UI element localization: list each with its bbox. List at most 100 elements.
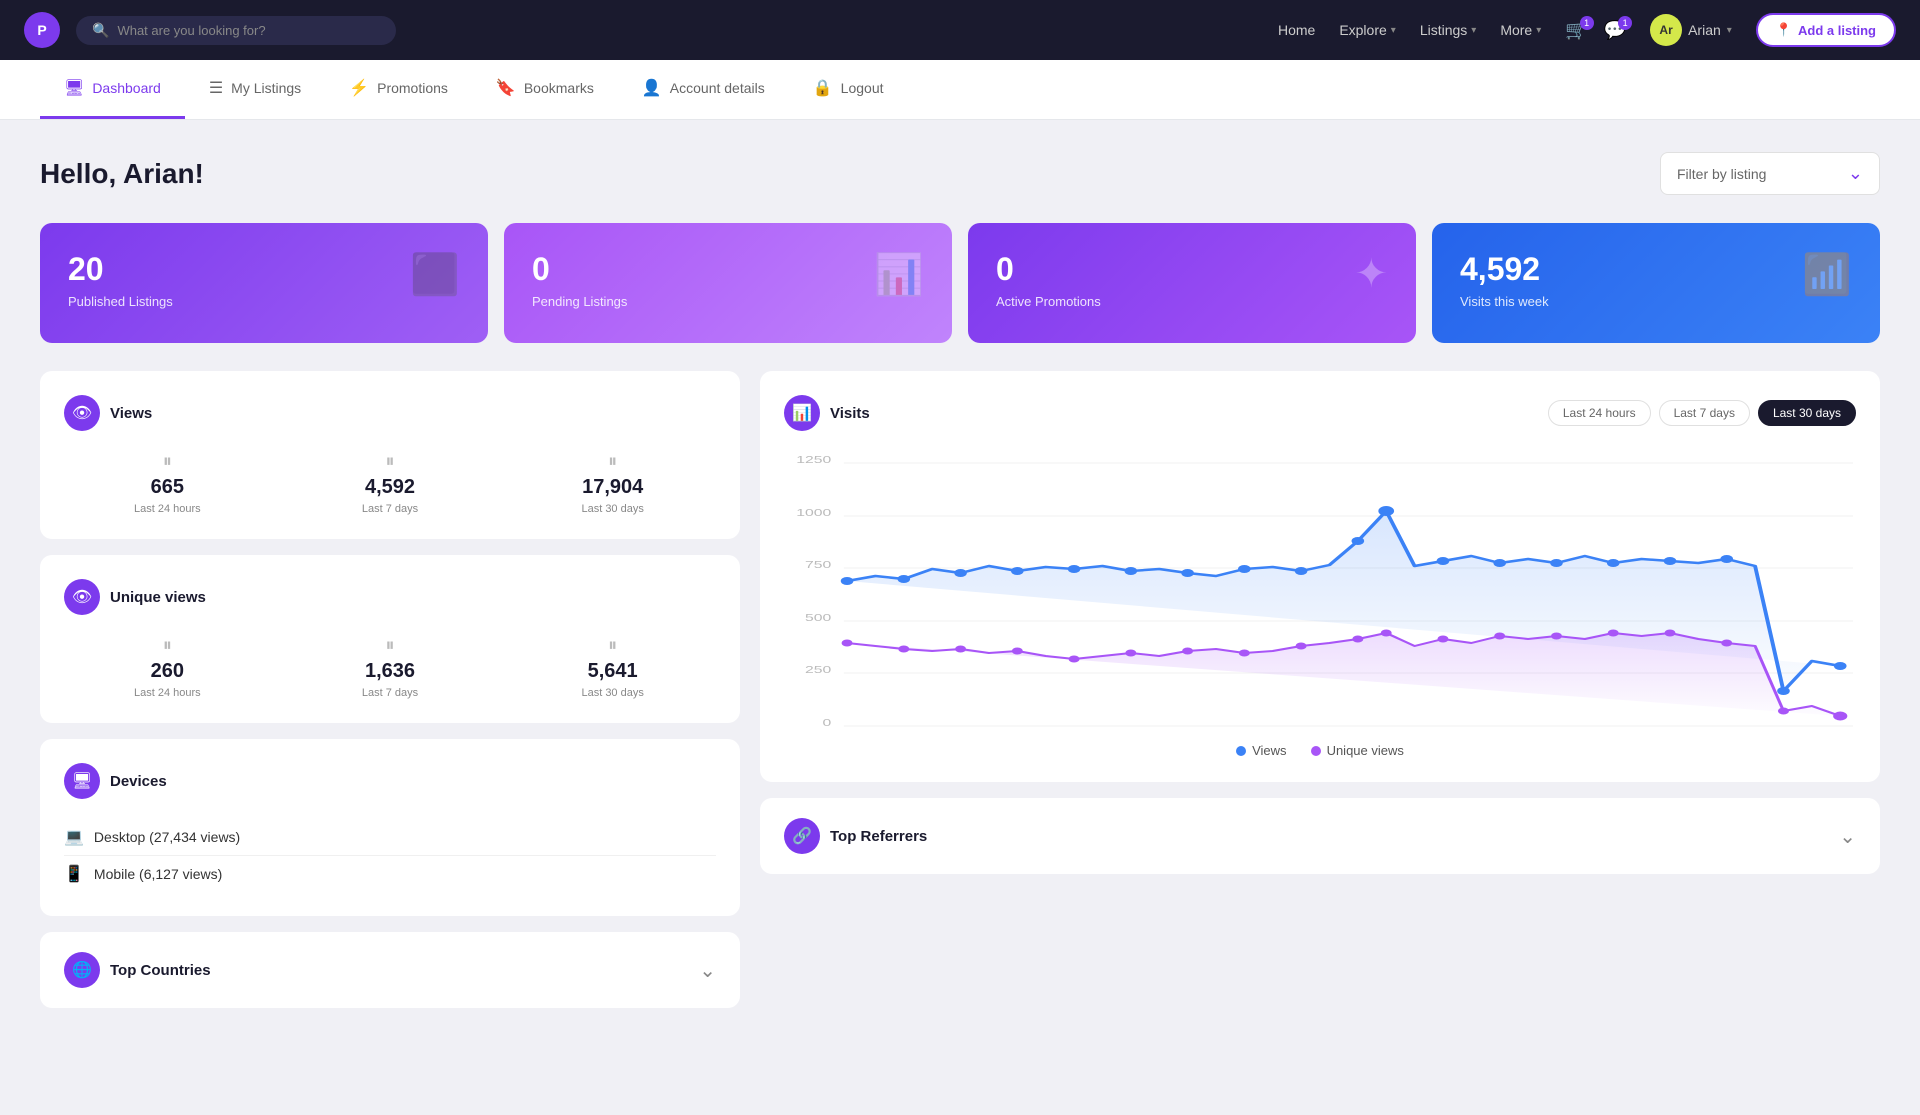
logo[interactable]: P — [24, 12, 60, 48]
list-item: 📱 Mobile (6,127 views) — [64, 856, 716, 892]
nav-more[interactable]: More▾ — [1500, 22, 1541, 38]
user-menu[interactable]: Ar Arian ▾ — [1650, 14, 1732, 46]
devices-icon: 🖥 — [64, 763, 100, 799]
promotions-icon: ⚡ — [349, 78, 369, 98]
search-bar[interactable]: 🔍 — [76, 16, 396, 45]
svg-text:250: 250 — [805, 664, 831, 675]
svg-text:750: 750 — [805, 559, 831, 570]
nav-listings[interactable]: Listings▾ — [1420, 22, 1477, 38]
top-countries-panel[interactable]: 🌐 Top Countries ⌄ — [40, 932, 740, 1008]
stat-card-promotions: 0 Active Promotions ✦ — [968, 223, 1416, 343]
page-title: Hello, Arian! — [40, 158, 204, 190]
tab-dashboard[interactable]: 🖥 Dashboard — [40, 60, 185, 119]
mobile-icon: 📱 — [64, 864, 84, 884]
bar-icon: ⏸ — [509, 635, 716, 656]
cart-icon[interactable]: 🛒1 — [1565, 20, 1587, 41]
nav-icon-group: 🛒1 💬1 — [1565, 20, 1626, 41]
legend-dot-unique — [1311, 746, 1321, 756]
legend-dot-views — [1236, 746, 1246, 756]
tab-account[interactable]: 👤 Account details — [618, 60, 789, 119]
countries-title: Top Countries — [110, 962, 211, 979]
svg-text:1250: 1250 — [796, 454, 831, 465]
promotions-card-icon: ✦ — [1354, 251, 1388, 297]
search-icon: 🔍 — [92, 22, 109, 39]
account-icon: 👤 — [642, 78, 662, 98]
pending-label: Pending Listings — [532, 294, 627, 309]
published-count: 20 — [68, 251, 173, 288]
page-header: Hello, Arian! Filter by listing ⌄ — [40, 152, 1880, 195]
svg-text:0: 0 — [823, 717, 832, 728]
chevron-down-icon: ⌄ — [1839, 824, 1856, 849]
bookmark-icon: 🔖 — [496, 78, 516, 98]
bar-icon: ⏸ — [509, 451, 716, 472]
bottom-section: 👁 Views ⏸ 665 Last 24 hours ⏸ 4,592 Last… — [40, 371, 1880, 1008]
top-referrers-panel[interactable]: 🔗 Top Referrers ⌄ — [760, 798, 1880, 874]
devices-panel: 🖥 Devices 💻 Desktop (27,434 views) 📱 Mob… — [40, 739, 740, 916]
stat-card-published: 20 Published Listings ⬛ — [40, 223, 488, 343]
notifications-icon[interactable]: 💬1 — [1604, 20, 1626, 41]
views-panel: 👁 Views ⏸ 665 Last 24 hours ⏸ 4,592 Last… — [40, 371, 740, 539]
tab-my-listings[interactable]: ☰ My Listings — [185, 60, 325, 119]
filter-30d[interactable]: Last 30 days — [1758, 400, 1856, 426]
tab-promotions[interactable]: ⚡ Promotions — [325, 60, 472, 119]
right-panels: 📊 Visits Last 24 hours Last 7 days Last … — [760, 371, 1880, 1008]
tab-bookmarks[interactable]: 🔖 Bookmarks — [472, 60, 618, 119]
desktop-icon: 💻 — [64, 827, 84, 847]
promotions-count: 0 — [996, 251, 1101, 288]
visits-count: 4,592 — [1460, 251, 1549, 288]
published-icon: ⬛ — [410, 251, 460, 298]
chart-legend: Views Unique views — [784, 743, 1856, 758]
avatar: Ar — [1650, 14, 1682, 46]
referrers-icon: 🔗 — [784, 818, 820, 854]
stat-card-pending: 0 Pending Listings 📊 — [504, 223, 952, 343]
devices-title: Devices — [110, 773, 167, 790]
top-navigation: P 🔍 Home Explore▾ Listings▾ More▾ 🛒1 💬1 … — [0, 0, 1920, 60]
chevron-down-icon: ▾ — [1727, 25, 1732, 36]
chevron-down-icon: ⌄ — [1848, 163, 1863, 184]
unique-views-title: Unique views — [110, 589, 206, 606]
nav-home[interactable]: Home — [1278, 22, 1315, 38]
stat-card-visits: 4,592 Visits this week 📶 — [1432, 223, 1880, 343]
filter-24h[interactable]: Last 24 hours — [1548, 400, 1651, 426]
views-7d: ⏸ 4,592 Last 7 days — [287, 451, 494, 515]
secondary-navigation: 🖥 Dashboard ☰ My Listings ⚡ Promotions 🔖… — [0, 60, 1920, 120]
visits-chart-panel: 📊 Visits Last 24 hours Last 7 days Last … — [760, 371, 1880, 782]
pending-count: 0 — [532, 251, 627, 288]
add-listing-button[interactable]: 📍 Add a listing — [1756, 13, 1896, 47]
legend-views: Views — [1236, 743, 1286, 758]
listings-icon: ☰ — [209, 78, 223, 98]
promotions-label: Active Promotions — [996, 294, 1101, 309]
countries-icon: 🌐 — [64, 952, 100, 988]
chevron-down-icon: ⌄ — [699, 958, 716, 983]
tab-logout[interactable]: 🔒 Logout — [789, 60, 908, 119]
unique-24h: ⏸ 260 Last 24 hours — [64, 635, 271, 699]
chevron-down-icon: ▾ — [1471, 25, 1476, 36]
visits-chart-svg: 0 250 500 750 1000 1250 — [784, 451, 1856, 731]
search-input[interactable] — [117, 23, 380, 38]
left-panels: 👁 Views ⏸ 665 Last 24 hours ⏸ 4,592 Last… — [40, 371, 740, 1008]
unique-30d: ⏸ 5,641 Last 30 days — [509, 635, 716, 699]
stat-cards: 20 Published Listings ⬛ 0 Pending Listin… — [40, 223, 1880, 343]
filter-listing-dropdown[interactable]: Filter by listing ⌄ — [1660, 152, 1880, 195]
bar-icon: ⏸ — [64, 451, 271, 472]
views-stats: ⏸ 665 Last 24 hours ⏸ 4,592 Last 7 days … — [64, 451, 716, 515]
pending-icon: 📊 — [874, 251, 924, 298]
unique-views-stats: ⏸ 260 Last 24 hours ⏸ 1,636 Last 7 days … — [64, 635, 716, 699]
visits-label: Visits this week — [1460, 294, 1549, 309]
svg-text:500: 500 — [805, 612, 831, 623]
unique-views-panel: 👁 Unique views ⏸ 260 Last 24 hours ⏸ 1,6… — [40, 555, 740, 723]
main-content: Hello, Arian! Filter by listing ⌄ 20 Pub… — [0, 120, 1920, 1040]
filter-7d[interactable]: Last 7 days — [1659, 400, 1750, 426]
chart-area: 0 250 500 750 1000 1250 — [784, 451, 1856, 731]
legend-unique-views: Unique views — [1311, 743, 1404, 758]
referrers-title: Top Referrers — [830, 828, 927, 845]
visits-icon: 📶 — [1802, 251, 1852, 298]
svg-text:1000: 1000 — [796, 507, 831, 518]
published-label: Published Listings — [68, 294, 173, 309]
location-icon: 📍 — [1776, 22, 1792, 38]
views-panel-title: Views — [110, 405, 152, 422]
chart-icon: 📊 — [784, 395, 820, 431]
nav-explore[interactable]: Explore▾ — [1339, 22, 1396, 38]
nav-links: Home Explore▾ Listings▾ More▾ 🛒1 💬1 Ar A… — [1278, 13, 1896, 47]
views-panel-icon: 👁 — [64, 395, 100, 431]
